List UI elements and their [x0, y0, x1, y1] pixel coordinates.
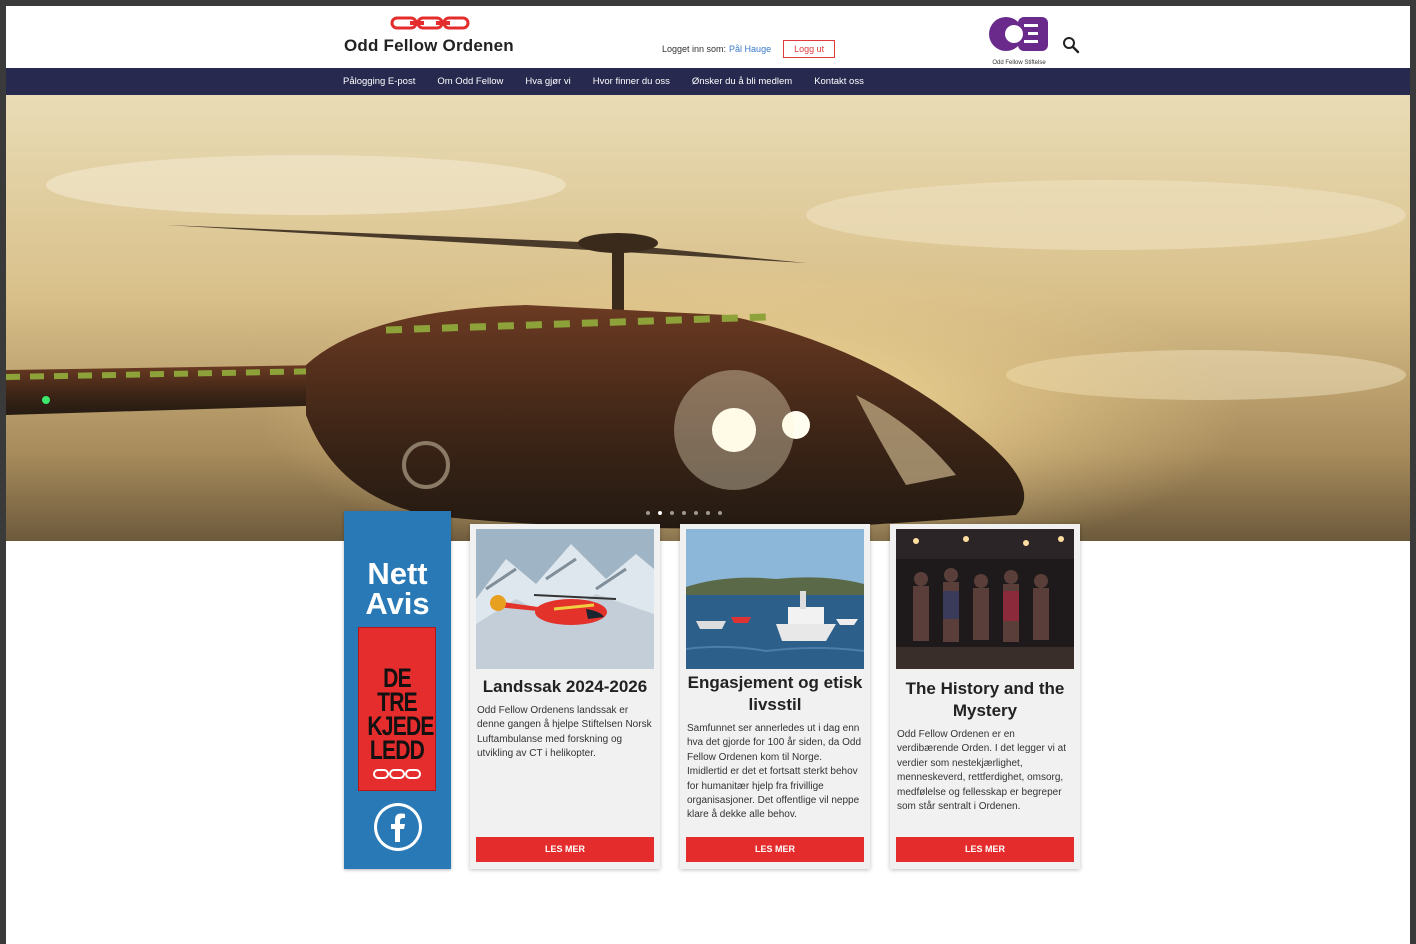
hero-helicopter-image — [6, 95, 1410, 541]
slider-dot[interactable] — [694, 511, 698, 515]
main-nav: Pålogging E-post Om Odd Fellow Hva gjør … — [6, 68, 1410, 95]
card-engasjement: Engasjement og etisk livsstil Samfunnet … — [680, 524, 870, 869]
card-image-gathering[interactable] — [896, 529, 1074, 669]
card-history-mystery: The History and the Mystery Odd Fellow O… — [890, 524, 1080, 869]
les-mer-button[interactable]: LES MER — [686, 837, 864, 862]
de-tre-kjedeledd-poster[interactable]: DE TRE KJEDE LEDD — [358, 627, 436, 791]
nav-item-kontakt-oss[interactable]: Kontakt oss — [814, 76, 864, 87]
slider-dot[interactable] — [706, 511, 710, 515]
card-title: Engasjement og etisk livsstil — [687, 673, 863, 714]
card-title: The History and the Mystery — [905, 679, 1065, 720]
card-image-helicopter[interactable] — [476, 529, 654, 669]
stiftelse-label: Odd Fellow Stiftelse — [992, 60, 1046, 66]
slider-dot[interactable] — [646, 511, 650, 515]
card-title: Landssak 2024-2026 — [482, 677, 648, 696]
login-status: Logget inn som: Pål Hauge Logg ut — [662, 40, 836, 58]
stiftelse-emblem-icon — [989, 17, 1048, 51]
poster-line3: LEDD — [369, 735, 425, 765]
stiftelse-logo[interactable]: Odd Fellow Stiftelse — [984, 14, 1054, 68]
nett-avis-line2: Avis — [365, 586, 430, 621]
slider-dots — [646, 511, 730, 515]
nav-item-om-odd-fellow[interactable]: Om Odd Fellow — [437, 76, 503, 87]
login-prefix: Logget inn som: — [662, 44, 727, 54]
les-mer-button[interactable]: LES MER — [476, 837, 654, 862]
chain-links-icon — [390, 16, 470, 30]
search-icon[interactable] — [1062, 36, 1080, 54]
logout-button[interactable]: Logg ut — [783, 40, 836, 58]
poster-line1: DE TRE — [377, 663, 418, 717]
boat-parade-image — [686, 529, 864, 669]
site-logo[interactable]: Odd Fellow Ordenen — [344, 14, 524, 62]
facebook-icon[interactable] — [373, 802, 423, 852]
card-text: Samfunnet ser annerledes ut i dag enn hv… — [687, 723, 862, 821]
card-text: Odd Fellow Ordenen er en verdibærende Or… — [897, 729, 1066, 813]
card-text: Odd Fellow Ordenens landssak er denne ga… — [477, 705, 652, 760]
site-header: Odd Fellow Ordenen Logget inn som: Pål H… — [6, 6, 1410, 68]
nett-avis-title: Nett Avis — [344, 556, 451, 621]
slider-dot-active[interactable] — [658, 511, 662, 515]
hero-slider[interactable] — [6, 95, 1410, 541]
chain-links-icon — [373, 769, 421, 779]
nett-avis-panel[interactable]: Nett Avis DE TRE KJEDE LEDD — [344, 511, 451, 869]
slider-dot[interactable] — [682, 511, 686, 515]
site-name: Odd Fellow Ordenen — [344, 36, 514, 55]
rescue-helicopter-image — [476, 529, 654, 669]
nav-item-hva-gjor-vi[interactable]: Hva gjør vi — [525, 76, 570, 87]
slider-dot[interactable] — [670, 511, 674, 515]
nett-avis-line1: Nett — [367, 556, 428, 591]
slider-dot[interactable] — [718, 511, 722, 515]
nav-item-bli-medlem[interactable]: Ønsker du å bli medlem — [692, 76, 792, 87]
login-user-link[interactable]: Pål Hauge — [729, 44, 771, 54]
poster-title: DE TRE KJEDE LEDD — [367, 663, 434, 765]
nav-item-hvor-finner-du-oss[interactable]: Hvor finner du oss — [593, 76, 670, 87]
browser-page: Odd Fellow Ordenen Logget inn som: Pål H… — [6, 6, 1410, 944]
nav-item-epost[interactable]: Pålogging E-post — [343, 76, 415, 87]
card-landssak: Landssak 2024-2026 Odd Fellow Ordenens l… — [470, 524, 660, 869]
les-mer-button[interactable]: LES MER — [896, 837, 1074, 862]
card-image-boats[interactable] — [686, 529, 864, 669]
people-gathering-image — [896, 529, 1074, 669]
